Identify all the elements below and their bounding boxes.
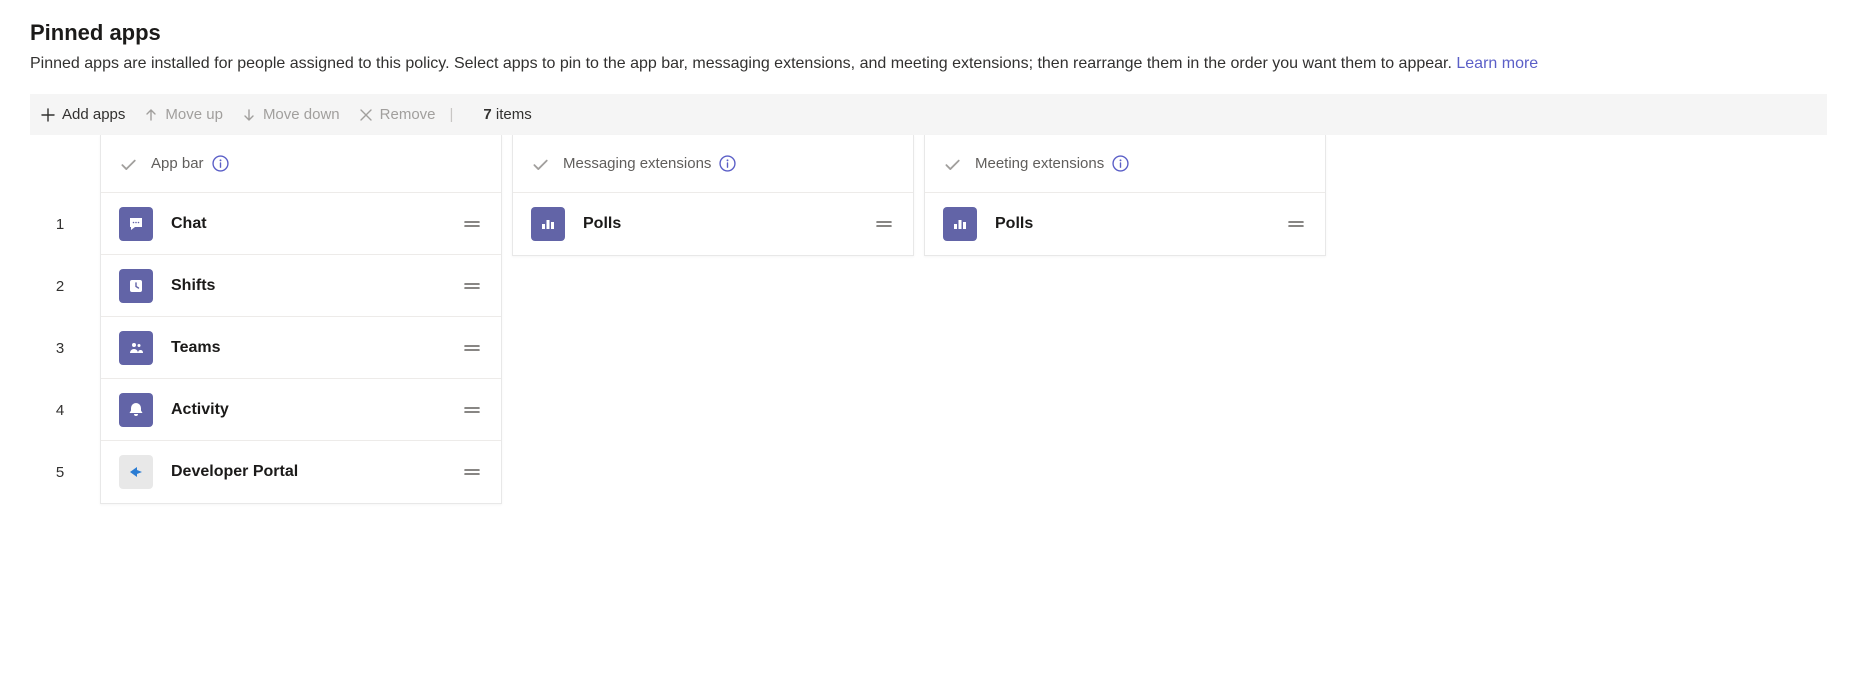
chat-app-icon — [119, 207, 153, 241]
row-number: 2 — [30, 255, 90, 317]
check-icon[interactable] — [531, 155, 549, 173]
move-up-label: Move up — [165, 106, 223, 123]
info-icon[interactable] — [719, 155, 736, 172]
app-name: Polls — [995, 215, 1267, 233]
polls-app-icon — [531, 207, 565, 241]
add-apps-label: Add apps — [62, 106, 125, 123]
number-header-spacer — [30, 135, 90, 193]
drag-handle-icon[interactable] — [461, 399, 483, 421]
app-name: Developer Portal — [171, 463, 443, 481]
app-name: Shifts — [171, 277, 443, 295]
app-row[interactable]: Polls — [513, 193, 913, 255]
meeting-title: Meeting extensions — [975, 155, 1129, 172]
add-apps-button[interactable]: Add apps — [40, 106, 125, 123]
app-row[interactable]: Activity — [101, 379, 501, 441]
row-number: 1 — [30, 193, 90, 255]
move-down-button[interactable]: Move down — [241, 106, 340, 123]
description-text: Pinned apps are installed for people ass… — [30, 55, 1456, 72]
check-icon[interactable] — [943, 155, 961, 173]
app-name: Polls — [583, 215, 855, 233]
meeting-extensions-column: Meeting extensions Polls — [924, 135, 1326, 256]
drag-handle-icon[interactable] — [461, 275, 483, 297]
section-description: Pinned apps are installed for people ass… — [30, 52, 1827, 76]
meeting-header: Meeting extensions — [925, 135, 1325, 193]
app-row[interactable]: Developer Portal — [101, 441, 501, 503]
shifts-app-icon — [119, 269, 153, 303]
app-name: Teams — [171, 339, 443, 357]
messaging-extensions-column: Messaging extensions Polls — [512, 135, 914, 256]
move-down-label: Move down — [263, 106, 340, 123]
arrow-down-icon — [241, 107, 257, 123]
activity-app-icon — [119, 393, 153, 427]
pinned-apps-grid: 12345 App bar Chat Shifts Teams Activity Dev… — [30, 135, 1827, 504]
learn-more-link[interactable]: Learn more — [1456, 55, 1538, 72]
close-icon — [358, 107, 374, 123]
item-count-label: items — [492, 106, 532, 123]
app-bar-column: App bar Chat Shifts Teams Activity Developer… — [100, 135, 502, 504]
toolbar: Add apps Move up Move down Remove | 7 it… — [30, 94, 1827, 135]
app-name: Activity — [171, 401, 443, 419]
arrow-up-icon — [143, 107, 159, 123]
page-title: Pinned apps — [30, 20, 1827, 46]
teams-app-icon — [119, 331, 153, 365]
app-row[interactable]: Chat — [101, 193, 501, 255]
app-bar-header: App bar — [101, 135, 501, 193]
messaging-header: Messaging extensions — [513, 135, 913, 193]
drag-handle-icon[interactable] — [461, 213, 483, 235]
app-name: Chat — [171, 215, 443, 233]
info-icon[interactable] — [212, 155, 229, 172]
app-row[interactable]: Polls — [925, 193, 1325, 255]
drag-handle-icon[interactable] — [1285, 213, 1307, 235]
messaging-title: Messaging extensions — [563, 155, 736, 172]
drag-handle-icon[interactable] — [873, 213, 895, 235]
drag-handle-icon[interactable] — [461, 337, 483, 359]
toolbar-separator: | — [450, 106, 454, 123]
meeting-title-text: Meeting extensions — [975, 155, 1104, 172]
app-bar-title-text: App bar — [151, 155, 204, 172]
remove-label: Remove — [380, 106, 436, 123]
messaging-title-text: Messaging extensions — [563, 155, 711, 172]
app-row[interactable]: Teams — [101, 317, 501, 379]
drag-handle-icon[interactable] — [461, 461, 483, 483]
check-icon[interactable] — [119, 155, 137, 173]
app-bar-title: App bar — [151, 155, 229, 172]
item-count-number: 7 — [483, 106, 491, 123]
row-number: 5 — [30, 441, 90, 503]
row-number-column: 12345 — [30, 135, 90, 503]
item-count: 7 items — [483, 106, 531, 123]
plus-icon — [40, 107, 56, 123]
app-row[interactable]: Shifts — [101, 255, 501, 317]
row-number: 4 — [30, 379, 90, 441]
polls-app-icon — [943, 207, 977, 241]
move-up-button[interactable]: Move up — [143, 106, 223, 123]
row-number: 3 — [30, 317, 90, 379]
dev-app-icon — [119, 455, 153, 489]
remove-button[interactable]: Remove — [358, 106, 436, 123]
info-icon[interactable] — [1112, 155, 1129, 172]
